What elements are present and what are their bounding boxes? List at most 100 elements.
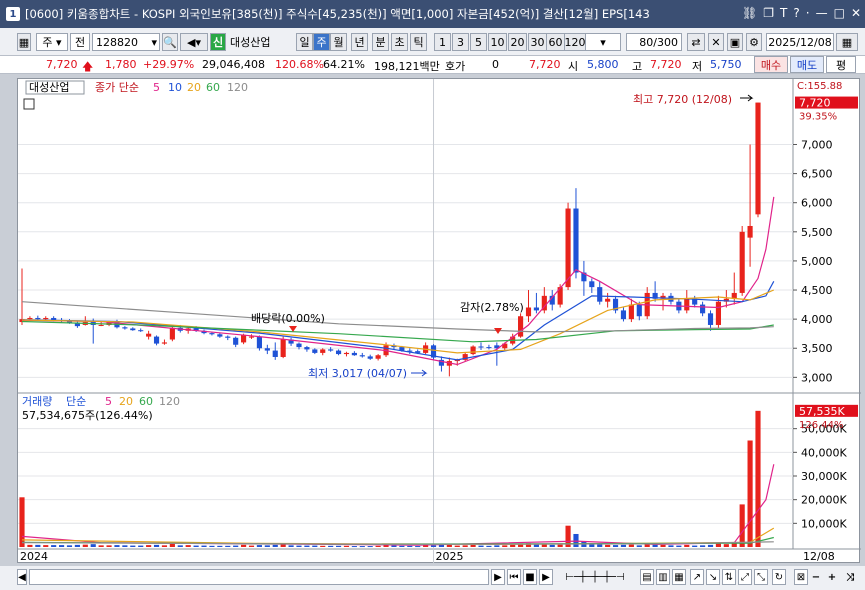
tool5-icon[interactable]: ⤡ <box>754 569 768 585</box>
minute-select[interactable]: ▾ <box>585 33 621 51</box>
save-icon[interactable]: ▣ <box>727 33 743 51</box>
search-icon[interactable]: 🔍 <box>162 33 178 51</box>
candle-body <box>486 347 492 349</box>
chart-svg[interactable]: 7,000 6,500 6,000 5,500 5,000 4,500 4,000 3,500… <box>18 79 861 564</box>
minimize-icon[interactable]: — <box>816 6 828 20</box>
first-icon[interactable]: ⏮ <box>507 569 521 585</box>
zoom-reset-icon[interactable]: ⊠ <box>794 569 808 585</box>
type-select[interactable]: 주 ▾ <box>36 33 68 51</box>
minute-option[interactable]: 20 <box>508 33 527 51</box>
refresh-icon[interactable]: ↻ <box>772 569 786 585</box>
volume-bar <box>201 545 207 547</box>
minute-option[interactable]: 60 <box>546 33 565 51</box>
vma20-line <box>21 527 775 546</box>
price-tick-label: 3,000 <box>801 371 833 384</box>
minute-option[interactable]: 10 <box>488 33 507 51</box>
volume-pct-tag: 126.44% <box>799 420 844 431</box>
zoom-out-icon[interactable]: − <box>810 569 822 585</box>
code-input[interactable]: 128820 ▾ <box>92 33 160 51</box>
volume-bar <box>739 504 745 547</box>
layout1-icon[interactable]: ▤ <box>640 569 654 585</box>
candle-body <box>328 349 334 351</box>
maximize-icon[interactable]: □ <box>834 6 845 20</box>
volume-bar <box>169 543 175 547</box>
minute-option[interactable]: 120 <box>564 33 586 51</box>
layout2-icon[interactable]: ▥ <box>656 569 670 585</box>
link-icon[interactable]: ⛓ <box>742 6 757 20</box>
candle-body <box>304 347 310 350</box>
sell-button[interactable]: 매도 <box>790 56 824 73</box>
volume-bar <box>177 545 183 547</box>
next-icon[interactable]: ▶ <box>539 569 553 585</box>
bottom-toolbar: ◀ ▶ ⏮ ■ ▶ ⊢─┼─┼─┼─⊣ ▤ ▥ ▦ ↗ ↘ ⇅ ⤢ ⤡ ↻ ⊠ … <box>0 566 865 590</box>
volume-bar <box>399 545 405 547</box>
calendar-icon[interactable]: ▦ <box>836 33 858 51</box>
candle-body <box>739 231 745 293</box>
zoom-in-icon[interactable]: + <box>826 569 838 585</box>
stop-icon[interactable]: ■ <box>523 569 537 585</box>
hoga-value: 0 <box>492 58 499 71</box>
type-label: 주 <box>42 36 53 49</box>
scrollbar[interactable] <box>29 569 489 585</box>
volume-bar <box>700 545 706 547</box>
layout3-icon[interactable]: ▦ <box>672 569 686 585</box>
tool4-icon[interactable]: ⤢ <box>738 569 752 585</box>
period-tab[interactable]: 초 <box>391 33 408 51</box>
copy-icon[interactable]: ❐ <box>763 6 774 20</box>
candle-body <box>605 298 611 302</box>
period-tab[interactable]: 월 <box>330 33 347 51</box>
tool1-icon[interactable]: ↗ <box>690 569 704 585</box>
volume-bar <box>628 544 634 547</box>
eval-button[interactable]: 평 <box>826 56 856 73</box>
text-icon[interactable]: T <box>780 6 787 20</box>
volume-bar <box>320 545 326 547</box>
volume-bar <box>35 544 41 547</box>
candle-body <box>367 356 373 359</box>
buy-button[interactable]: 매수 <box>754 56 788 73</box>
tool2-icon[interactable]: ↘ <box>706 569 720 585</box>
zoom-slider[interactable]: ⊢─┼─┼─┼─⊣ <box>555 569 635 585</box>
volume-bar <box>209 545 215 547</box>
minute-option[interactable]: 3 <box>452 33 469 51</box>
volume-ma-period: 5 <box>105 395 112 408</box>
volume-last-tag: 57,535K <box>799 405 845 418</box>
scroll-left-icon[interactable]: ◀ <box>17 569 27 585</box>
date-input[interactable]: 2025/12/08 <box>766 33 834 51</box>
scroll-right-icon[interactable]: ▶ <box>491 569 505 585</box>
market-select[interactable]: 전 <box>70 33 90 51</box>
xaxis-label-2025: 2025 <box>436 550 464 563</box>
volume-bar <box>138 545 144 547</box>
close-icon[interactable]: ✕ <box>851 6 861 20</box>
table-icon <box>23 98 35 110</box>
period-tab[interactable]: 분 <box>372 33 389 51</box>
volume-bar <box>478 545 484 547</box>
arrows-icon[interactable]: ⇄ <box>687 33 705 51</box>
grid-icon[interactable]: ▦ <box>17 33 31 51</box>
sound-icon[interactable]: ◀▾ <box>180 33 208 51</box>
minute-option[interactable]: 5 <box>470 33 487 51</box>
count-input[interactable]: 80/300 <box>626 33 682 51</box>
period-tab[interactable]: 틱 <box>410 33 427 51</box>
pin-icon[interactable]: · <box>806 6 810 20</box>
price-tick-label: 6,000 <box>801 197 833 210</box>
candle-body <box>43 317 49 320</box>
volume-bar <box>248 545 255 547</box>
period-tab[interactable]: 년 <box>351 33 368 51</box>
cross-icon[interactable]: ✕ <box>708 33 724 51</box>
volume-bar <box>707 544 714 547</box>
volume-bar <box>375 545 381 547</box>
price-tick-label: 4,000 <box>801 313 833 326</box>
fit-icon[interactable]: ⤨ <box>842 569 858 585</box>
minute-option[interactable]: 1 <box>434 33 451 51</box>
tool3-icon[interactable]: ⇅ <box>722 569 736 585</box>
low-arrow <box>411 369 428 377</box>
chart-area[interactable]: 7,000 6,500 6,000 5,500 5,000 4,500 4,000 3,500… <box>17 78 861 564</box>
help-icon[interactable]: ? <box>793 6 799 20</box>
candle-body <box>747 225 753 238</box>
settings-icon[interactable]: ⚙ <box>746 33 762 51</box>
volume-bar <box>470 544 476 547</box>
period-tab[interactable]: 주 <box>313 33 330 51</box>
price-info-row: 7,720 🡅 1,780 +29.97% 29,046,408 120.68%… <box>0 56 865 74</box>
period-tab[interactable]: 일 <box>296 33 313 51</box>
minute-option[interactable]: 30 <box>528 33 547 51</box>
